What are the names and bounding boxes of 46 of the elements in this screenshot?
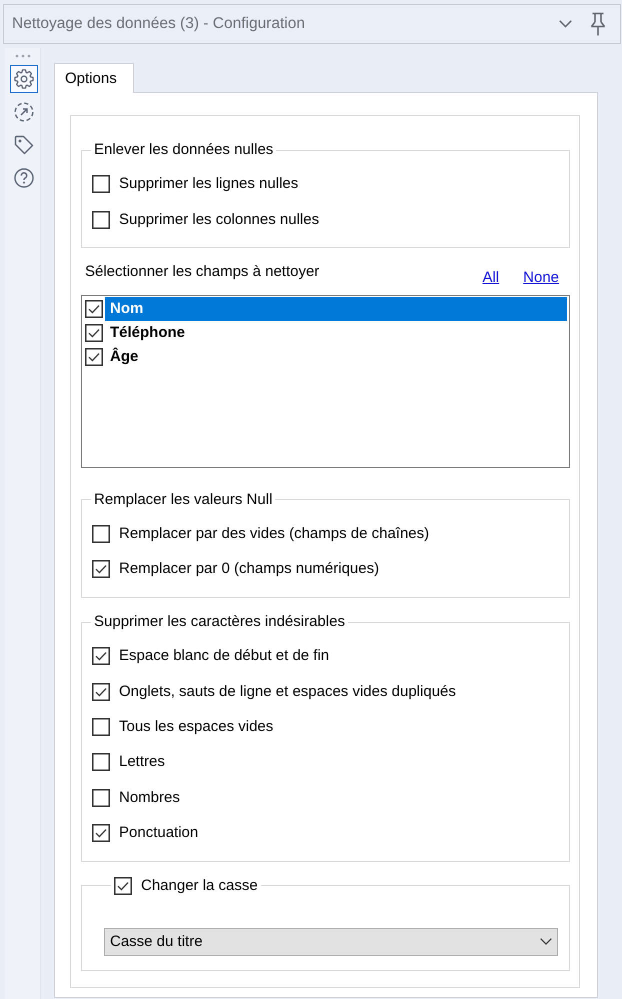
list-item[interactable]: Nom — [105, 296, 567, 321]
text-link[interactable]: All — [482, 268, 500, 287]
group-title: Enlever les données nulles — [93, 141, 274, 159]
checkbox-label: Supprimer les colonnes nulles — [119, 210, 320, 229]
checkbox-label: Remplacer par 0 (champs numériques) — [119, 560, 380, 578]
pin-icon[interactable] — [590, 12, 606, 36]
checkbox[interactable] — [92, 647, 110, 666]
checkbox[interactable] — [92, 824, 110, 842]
tag-icon — [14, 135, 34, 155]
window-title: Nettoyage des données (3) - Configuration — [12, 15, 306, 33]
dropdown[interactable]: Casse du titre — [104, 928, 558, 956]
checkbox-label: Lettres — [119, 753, 165, 772]
checkbox-label: Onglets, sauts de ligne et espaces vides dupliqués — [119, 682, 456, 701]
checkbox-label: Nombres — [119, 788, 180, 807]
sidebar-button[interactable] — [10, 65, 38, 93]
checkbox-label: Ponctuation — [119, 824, 198, 842]
tab[interactable]: Options — [54, 63, 134, 93]
checkbox-label: Tous les espaces vides — [119, 718, 274, 736]
gear-icon — [14, 69, 34, 89]
checkbox[interactable] — [85, 300, 103, 318]
checkbox[interactable] — [92, 175, 110, 194]
help-icon — [14, 168, 34, 188]
section-label: Sélectionner les champs à nettoyer — [84, 262, 320, 282]
field-list[interactable]: Nom Téléphone Âge — [81, 294, 570, 468]
checkbox[interactable] — [92, 560, 110, 578]
checkbox[interactable] — [85, 348, 103, 366]
checkbox[interactable] — [92, 210, 110, 229]
checkbox[interactable] — [92, 788, 110, 807]
text-link[interactable]: None — [523, 268, 559, 287]
checkbox[interactable] — [92, 682, 110, 701]
list-item[interactable]: Téléphone — [105, 320, 567, 345]
checkbox[interactable] — [92, 718, 110, 736]
group-title: Supprimer les caractères indésirables — [93, 613, 346, 632]
chevron-down-icon[interactable] — [559, 20, 572, 28]
checkbox-label: Supprimer les lignes nulles — [119, 175, 298, 194]
checkbox[interactable] — [92, 753, 110, 772]
group-title: Remplacer les valeurs Null — [93, 490, 274, 509]
checkbox[interactable] — [85, 324, 103, 342]
checkbox[interactable] — [92, 524, 110, 543]
more-icon — [15, 54, 31, 58]
checkbox-label: Changer la casse — [141, 876, 258, 895]
checkbox[interactable] — [114, 876, 132, 895]
checkbox-label: Espace blanc de début et de fin — [119, 647, 330, 666]
list-item[interactable]: Âge — [105, 344, 567, 369]
checkbox-label: Remplacer par des vides (champs de chaînes) — [119, 524, 430, 543]
chevron-down-icon — [540, 938, 552, 946]
